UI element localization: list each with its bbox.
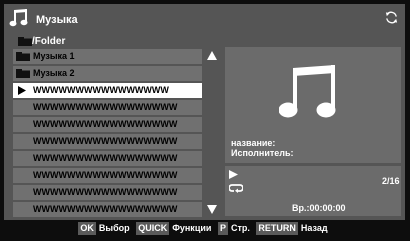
quick-key: QUICK [136, 222, 170, 235]
list-item[interactable]: WWWWWWWWWWWWWWWWW [13, 100, 202, 115]
refresh-icon[interactable] [384, 10, 399, 25]
music-note-icon [279, 65, 336, 118]
play-icon [229, 170, 238, 179]
return-key: RETURN [256, 222, 298, 235]
folder-icon [18, 37, 32, 46]
list-item-folder[interactable]: Музыка 2 [13, 66, 202, 81]
p-hint: Стр. [230, 223, 250, 233]
app-title: Музыка [36, 14, 78, 26]
scroll-up-arrow-icon[interactable] [207, 51, 217, 60]
track-title-label: название: [231, 138, 276, 148]
list-item-label: Музыка 2 [33, 68, 75, 78]
current-path: /Folder [32, 36, 66, 47]
ok-key: OK [78, 222, 96, 235]
list-item[interactable]: WWWWWWWWWWWWWWWWW [13, 151, 202, 166]
list-item-selected[interactable]: WWWWWWWWWWWWWWWW [13, 83, 202, 98]
list-item-label: WWWWWWWWWWWWWWWWW [33, 153, 178, 163]
footer-hints: OK Выбор QUICK Функции P Стр. RETURN Назад [0, 222, 410, 238]
list-item-label: WWWWWWWWWWWWWWWWW [33, 136, 178, 146]
elapsed-time: Вр.:00:00:00 [292, 203, 346, 213]
list-item-label: WWWWWWWWWWWWWWWWW [33, 119, 178, 129]
list-item-folder[interactable]: Музыка 1 [13, 49, 202, 64]
list-item[interactable]: WWWWWWWWWWWWWWWWW [13, 202, 202, 217]
ok-hint: Выбор [98, 223, 130, 233]
return-hint: Назад [300, 223, 328, 233]
list-item[interactable]: WWWWWWWWWWWWWWWWW [13, 168, 202, 183]
list-item-label: WWWWWWWWWWWWWWWWW [33, 204, 178, 214]
folder-icon [16, 69, 30, 78]
scroll-down-arrow-icon[interactable] [207, 205, 217, 214]
quick-hint: Функции [172, 223, 212, 233]
list-item[interactable]: WWWWWWWWWWWWWWWWW [13, 134, 202, 149]
list-item-label: WWWWWWWWWWWWWWWWW [33, 170, 178, 180]
list-item[interactable]: WWWWWWWWWWWWWWWWW [13, 185, 202, 200]
track-artist-label: Исполнитель: [231, 148, 294, 158]
folder-icon [16, 52, 30, 61]
music-note-icon [9, 9, 28, 27]
list-item-label: WWWWWWWWWWWWWWWWW [33, 102, 178, 112]
file-list: Музыка 1 Музыка 2 WWWWWWWWWWWWWWWW WWWWW… [13, 49, 202, 219]
p-key: P [217, 222, 228, 235]
track-counter: 2/16 [382, 176, 400, 186]
list-item-label: WWWWWWWWWWWWWWWW [33, 85, 169, 95]
list-item-label: Музыка 1 [33, 51, 75, 61]
list-item[interactable]: WWWWWWWWWWWWWWWWW [13, 117, 202, 132]
list-item-label: WWWWWWWWWWWWWWWWW [33, 187, 178, 197]
play-icon [18, 86, 26, 95]
repeat-icon [229, 184, 243, 193]
